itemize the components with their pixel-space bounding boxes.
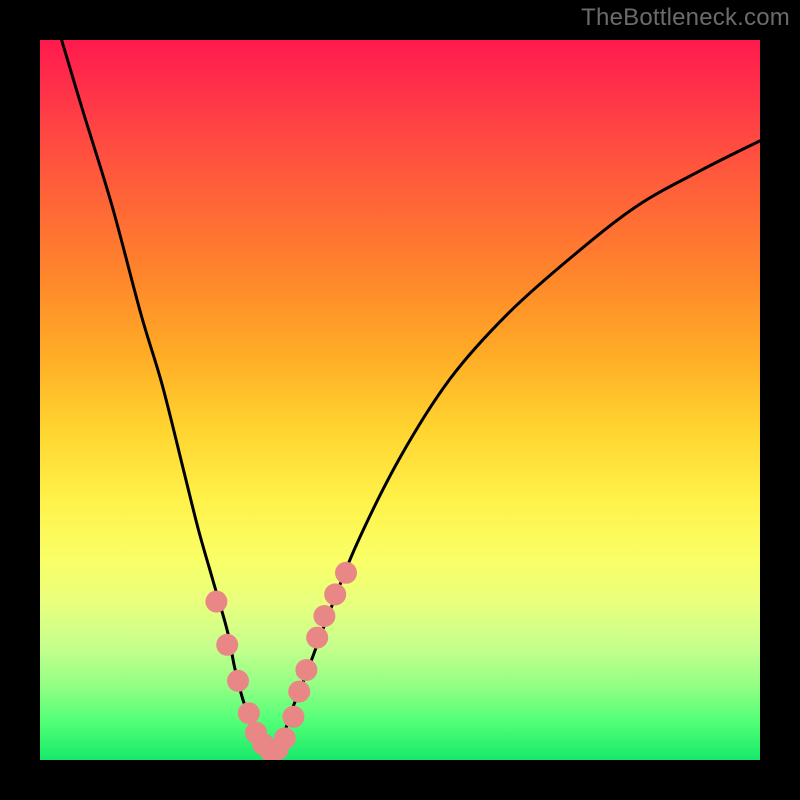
curve-right-branch xyxy=(270,141,760,753)
curve-layer xyxy=(62,40,760,753)
data-point xyxy=(238,702,260,724)
data-point xyxy=(335,562,357,584)
data-point xyxy=(306,627,328,649)
data-point xyxy=(295,659,317,681)
data-point xyxy=(216,634,238,656)
data-point xyxy=(288,681,310,703)
data-point xyxy=(313,605,335,627)
curve-left-branch xyxy=(62,40,271,753)
data-point xyxy=(274,727,296,749)
watermark-text: TheBottleneck.com xyxy=(581,4,790,32)
data-point xyxy=(205,591,227,613)
data-point xyxy=(282,706,304,728)
scatter-layer xyxy=(205,562,357,760)
data-point xyxy=(324,583,346,605)
chart-svg xyxy=(40,40,760,760)
data-point xyxy=(227,670,249,692)
chart-frame: TheBottleneck.com xyxy=(0,0,800,800)
